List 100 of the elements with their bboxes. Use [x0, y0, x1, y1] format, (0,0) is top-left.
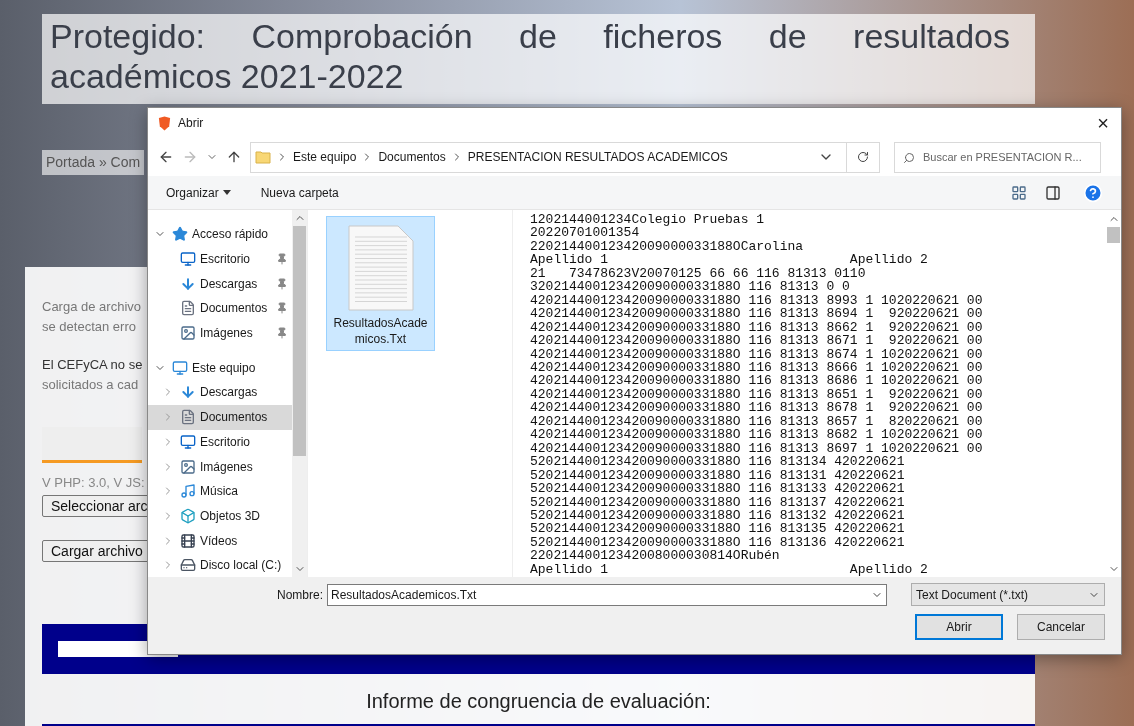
- tree-item-label: Acceso rápido: [192, 226, 270, 244]
- path-segment[interactable]: Este equipo: [293, 148, 357, 166]
- tree-item[interactable]: Escritorio: [148, 429, 292, 455]
- tree-item-label: Este equipo: [192, 359, 257, 377]
- preview-line: 42021440012342009000033188O 116 81313 8657 1 820220621 00: [530, 414, 983, 429]
- tree-item[interactable]: Este equipo: [148, 355, 292, 381]
- tree-item-label: Descargas: [200, 275, 259, 293]
- tree-item-label: Música: [200, 483, 239, 501]
- path-segment[interactable]: PRESENTACION RESULTADOS ACADEMICOS: [467, 148, 728, 166]
- preview-line: 42021440012342009000033188O 116 81313 8671 1 920220621 00: [530, 334, 983, 348]
- back-icon[interactable]: [158, 149, 174, 165]
- drive-icon: [180, 557, 196, 574]
- preview-line: 42021440012342009000033188O 116 81313 8682 1 1020220621 00: [530, 428, 983, 442]
- address-bar[interactable]: Este equipo Documentos PRESENTACION RESULTADOS ACADEMICOS: [250, 141, 880, 173]
- film-icon: [180, 532, 196, 549]
- refresh-icon: [857, 151, 869, 163]
- preview-line: 42021440012342009000033188O 116 81313 8686 1 1020220621 00: [530, 374, 983, 388]
- preview-line: 52021440012342009000033188O 116 813134 420220621: [530, 455, 905, 469]
- tree-item-label: Documentos: [200, 409, 269, 427]
- path-segment[interactable]: Documentos: [378, 148, 446, 166]
- tree-item-label: Escritorio: [200, 433, 251, 451]
- paragraph-line: solicitados a cad: [42, 376, 139, 394]
- cancel-button[interactable]: Cancelar: [1017, 614, 1105, 640]
- cube-icon: [180, 507, 196, 524]
- preview-line: 52021440012342009000033188O 116 813131 420220621: [530, 468, 905, 483]
- paragraph-line: Carga de archivo: [42, 298, 141, 316]
- star-icon: [172, 226, 188, 243]
- file-type-select[interactable]: Text Document (*.txt): [911, 583, 1105, 606]
- shield-icon: [157, 115, 172, 131]
- preview-line: Apellido 1 Apellido 2: [530, 562, 928, 577]
- tree-item-label: Vídeos: [200, 532, 239, 550]
- preview-line: 42021440012342009000033188O 116 81313 8674 1 1020220621 00: [530, 347, 983, 361]
- name-label: Nombre:: [277, 586, 323, 604]
- tree-item-label: Objetos 3D: [200, 507, 262, 525]
- pin-icon[interactable]: [276, 253, 288, 266]
- preview-line: 42021440012342009000033188O 116 81313 8694 1 920220621 00: [530, 307, 983, 321]
- preview-line: 21 73478623V20070125 66 66 116 81313 0110: [530, 266, 866, 281]
- up-icon[interactable]: [226, 149, 242, 165]
- tree-item[interactable]: Documentos: [148, 404, 292, 430]
- preview-line: 42021440012342009000033188O 116 81313 8993 1 1020220621 00: [530, 293, 983, 308]
- paragraph-line: El CEFyCA no se: [42, 356, 143, 374]
- tree-item[interactable]: Acceso rápido: [148, 222, 292, 247]
- paragraph-line: se detectan erro: [42, 318, 136, 336]
- report-title: Informe de congruencia de evaluación:: [366, 688, 711, 714]
- tree-item-label: Escritorio: [200, 251, 251, 269]
- scrollbar[interactable]: [292, 210, 307, 577]
- tree-item[interactable]: Imágenes: [148, 320, 292, 346]
- pin-icon[interactable]: [276, 277, 288, 290]
- document-icon: [180, 300, 196, 317]
- monitor-icon: [180, 433, 196, 450]
- preview-line: 32021440012342009000033188O 116 81313 0 0: [530, 280, 850, 294]
- pin-icon[interactable]: [276, 327, 288, 340]
- folder-icon: [255, 148, 271, 166]
- tree-item[interactable]: Escritorio: [148, 246, 292, 272]
- down-arrow-icon: [180, 384, 196, 401]
- document-icon: [180, 409, 196, 426]
- preview-line: 22021440012342009000033188OCarolina: [530, 239, 804, 254]
- open-button[interactable]: Abrir: [915, 614, 1003, 640]
- caret-icon: [222, 190, 231, 195]
- preview-line: 42021440012342009000033188O 116 81313 8697 1 1020220621 00: [530, 441, 983, 456]
- preview-line: 42021440012342009000033188O 116 81313 8678 1 920220621 00: [530, 401, 983, 415]
- file-name: ResultadosAcademicos.Txt: [332, 315, 429, 347]
- preview-line: 52021440012342009000033188O 116 813132 420220621: [530, 508, 905, 523]
- preview-pane-icon[interactable]: [1045, 184, 1061, 201]
- help-icon[interactable]: [1083, 182, 1103, 203]
- preview-line: 52021440012342009000033188O 116 813137 420220621: [530, 495, 905, 509]
- preview-line: 52021440012342009000033188O 116 813133 420220621: [530, 482, 905, 496]
- preview-line: 52021440012342009000033188O 116 813135 420220621: [530, 522, 905, 536]
- breadcrumb[interactable]: Portada » Com: [42, 150, 145, 175]
- preview-line: 42021440012342009000033188O 116 81313 8662 1 920220621 00: [530, 320, 983, 335]
- tree-item-label: Descargas: [200, 384, 259, 402]
- new-folder-button[interactable]: Nueva carpeta: [260, 183, 339, 202]
- close-button[interactable]: ×: [1093, 113, 1113, 133]
- preview-line: 52021440012342009000033188O 116 813136 420220621: [530, 535, 905, 550]
- organize-button[interactable]: Organizar: [166, 183, 231, 202]
- preview-line: 1202144001234Colegio Pruebas 1: [530, 213, 765, 227]
- picture-icon: [180, 458, 196, 475]
- tree-item-label: Disco local (C:): [200, 557, 283, 575]
- tree-item[interactable]: Documentos: [148, 296, 292, 321]
- search-field[interactable]: Buscar en PRESENTACION R...: [894, 141, 1101, 173]
- preview-line: 22021440012342008000030814ORubén: [530, 549, 780, 563]
- forward-icon[interactable]: [182, 149, 198, 165]
- preview-line: 20220701001354: [530, 226, 640, 240]
- monitor-icon: [180, 251, 196, 268]
- tree-item-label: Imágenes: [200, 458, 254, 476]
- tree-item[interactable]: Imágenes: [148, 454, 292, 479]
- page-title: Protegido: Comprobación de ficheros de resultados académicos 2021-2022: [50, 16, 1010, 96]
- scrollbar-thumb[interactable]: [293, 226, 306, 456]
- music-note-icon: [180, 483, 196, 500]
- scrollbar-thumb[interactable]: [1107, 227, 1120, 243]
- pin-icon[interactable]: [276, 302, 288, 315]
- filename-field[interactable]: ResultadosAcademicos.Txt: [327, 583, 887, 606]
- preview-line: 42021440012342009000033188O 116 81313 8651 1 920220621 00: [530, 387, 983, 402]
- monitor-icon: [172, 359, 188, 376]
- tree-item[interactable]: Descargas: [148, 271, 292, 297]
- tree-item[interactable]: Descargas: [148, 380, 292, 405]
- file-tile[interactable]: ResultadosAcademicos.Txt: [326, 216, 435, 351]
- preview-line: Apellido 1 Apellido 2: [530, 253, 928, 267]
- view-icon[interactable]: [1011, 184, 1027, 201]
- search-icon: [903, 151, 915, 164]
